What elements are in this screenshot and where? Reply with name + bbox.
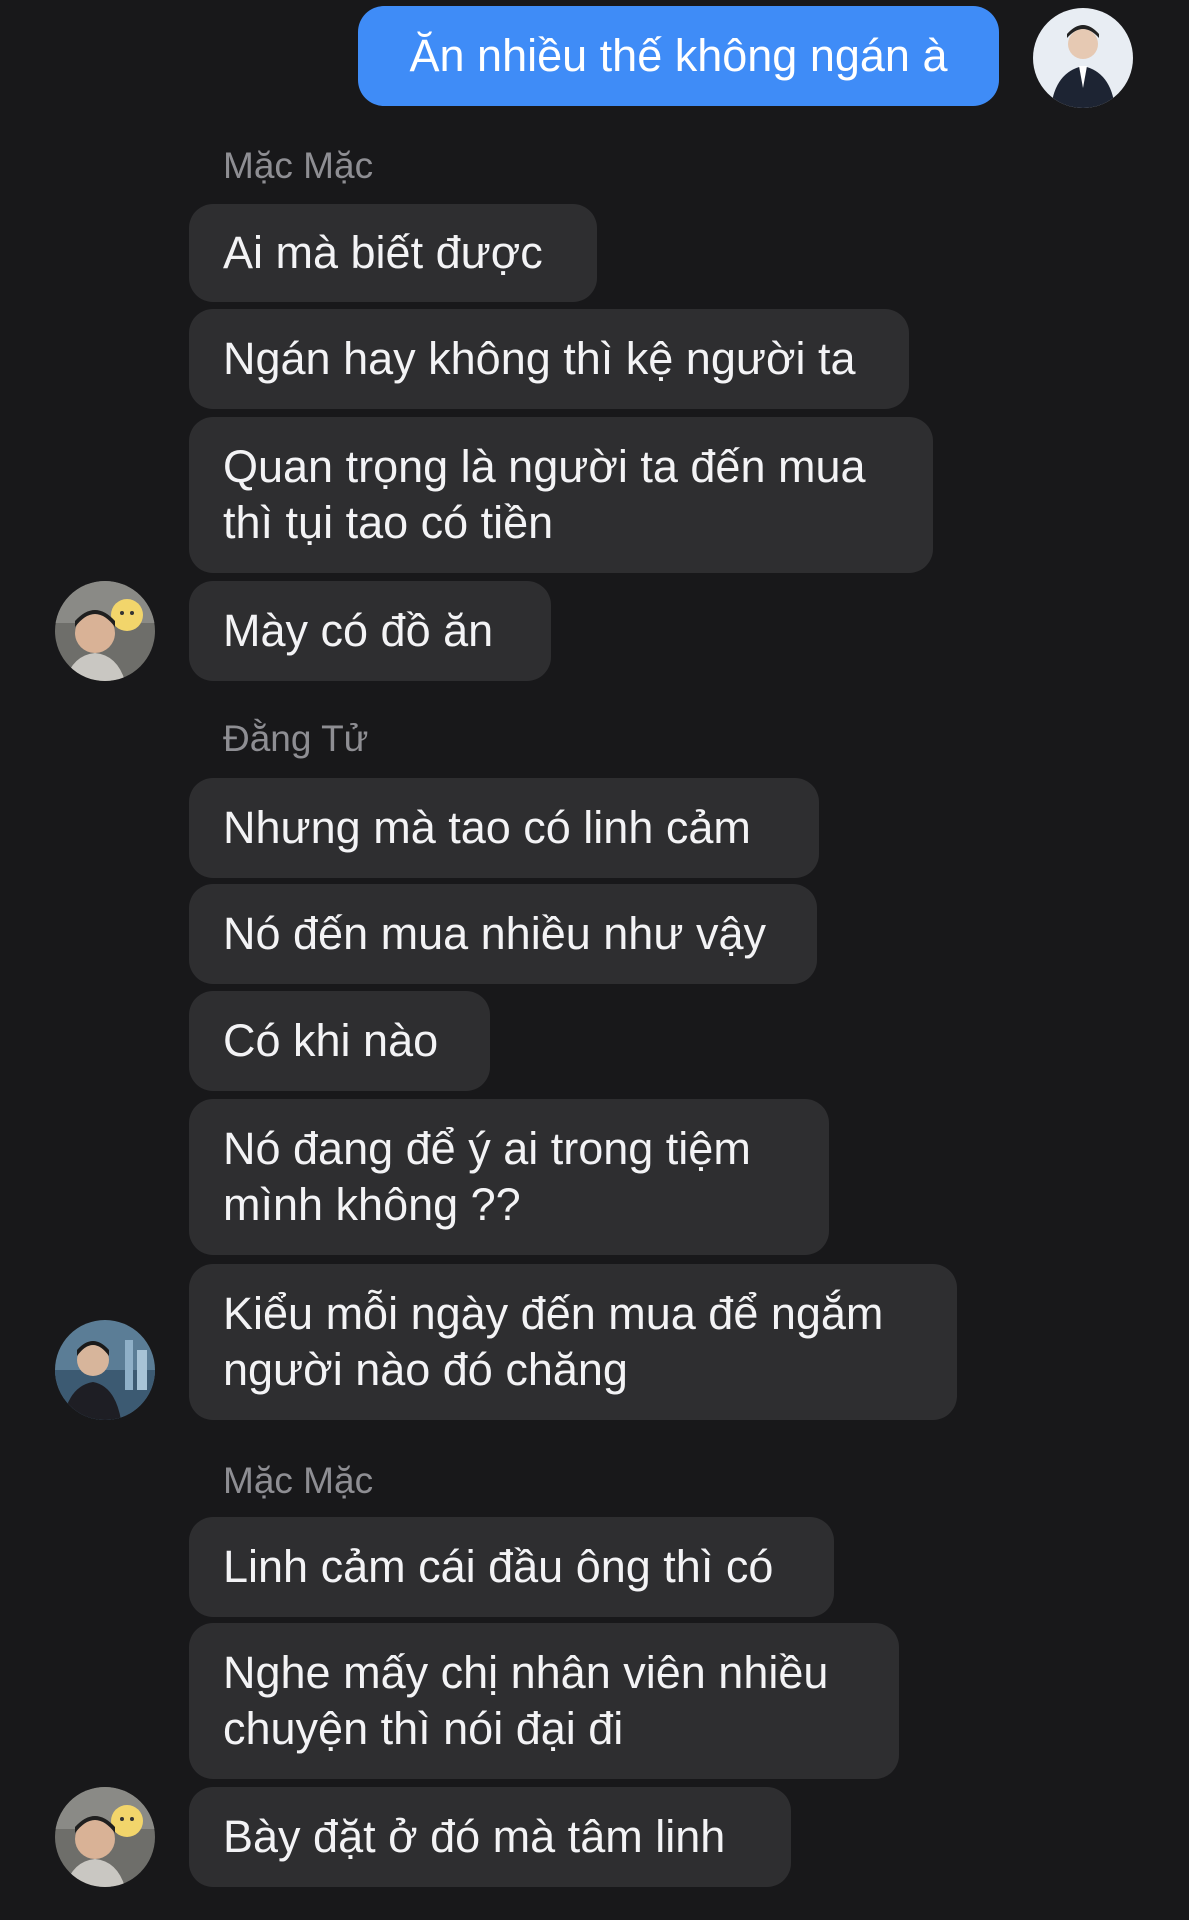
incoming-message[interactable]: Kiểu mỗi ngày đến mua để ngắm người nào … [189, 1264, 957, 1420]
incoming-message[interactable]: Nó đến mua nhiều như vậy [189, 884, 817, 984]
outgoing-message[interactable]: Ăn nhiều thế không ngán à [358, 6, 999, 106]
incoming-message[interactable]: Nghe mấy chị nhân viên nhiều chuyện thì … [189, 1623, 899, 1779]
incoming-message[interactable]: Có khi nào [189, 991, 490, 1091]
incoming-message[interactable]: Bày đặt ở đó mà tâm linh [189, 1787, 791, 1887]
incoming-message[interactable]: Linh cảm cái đầu ông thì có [189, 1517, 834, 1617]
incoming-message[interactable]: Ai mà biết được [189, 204, 597, 302]
avatar-mac-mac-icon[interactable] [55, 1787, 155, 1887]
avatar-dang-tu-icon[interactable] [55, 1320, 155, 1420]
incoming-message[interactable]: Nhưng mà tao có linh cảm [189, 778, 819, 878]
incoming-message[interactable]: Nó đang để ý ai trong tiệm mình không ?? [189, 1099, 829, 1255]
avatar-me-icon[interactable] [1033, 8, 1133, 108]
incoming-message[interactable]: Mày có đồ ăn [189, 581, 551, 681]
incoming-message[interactable]: Quan trọng là người ta đến mua thì tụi t… [189, 417, 933, 573]
sender-name: Mặc Mặc [223, 145, 374, 186]
incoming-message[interactable]: Ngán hay không thì kệ người ta [189, 309, 909, 409]
sender-name: Đằng Tử [223, 718, 369, 759]
sender-name: Mặc Mặc [223, 1460, 374, 1501]
avatar-mac-mac-icon[interactable] [55, 581, 155, 681]
